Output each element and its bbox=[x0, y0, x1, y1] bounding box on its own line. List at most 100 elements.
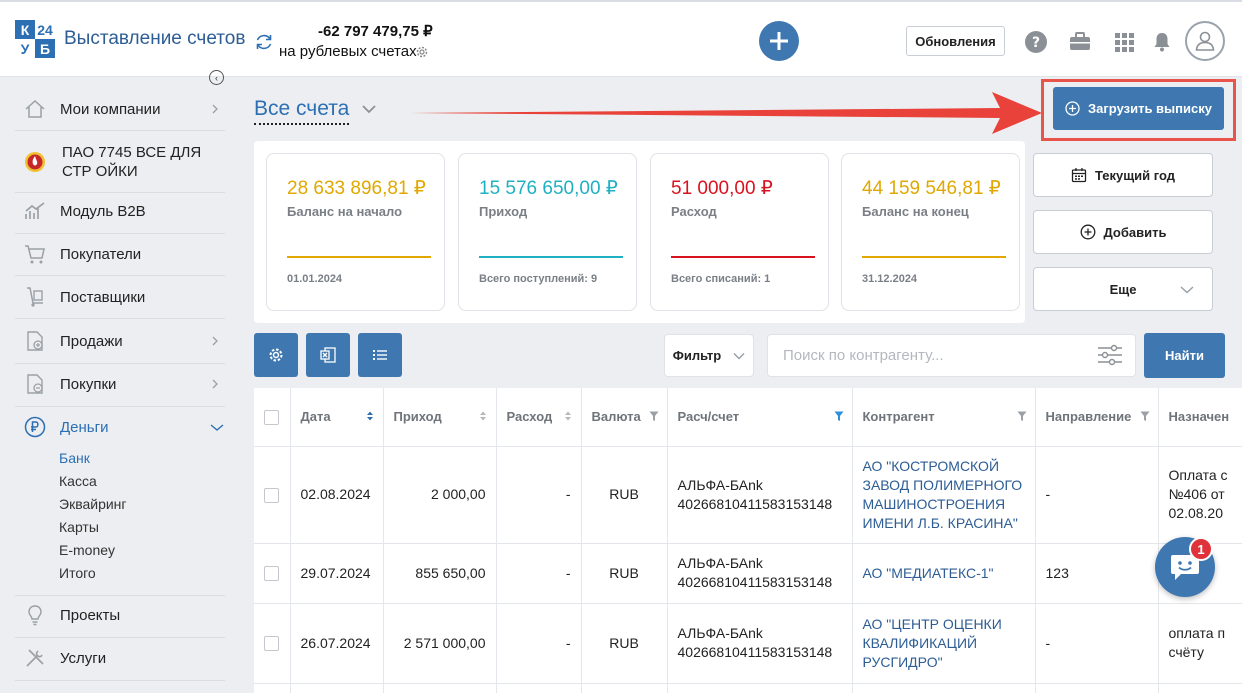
cell-counterparty-link[interactable]: АО "КОСТРОМСКОЙ ЗАВОД ПОЛИМЕРНОГО МАШИНО… bbox=[852, 446, 1036, 544]
filter-funnel-icon bbox=[1017, 411, 1026, 421]
sidebar-item-projects[interactable]: Проекты bbox=[0, 604, 240, 626]
divider bbox=[15, 275, 225, 276]
sidebar-item-b2b[interactable]: Модуль B2B bbox=[0, 200, 240, 222]
chevron-down-icon bbox=[210, 424, 224, 431]
sidebar-subitem-cash[interactable]: Касса bbox=[59, 473, 97, 489]
sidebar-item-company[interactable]: ПАО 7745 ВСЕ ДЛЯ СТР ОЙКИ bbox=[0, 142, 240, 182]
apps-grid-icon[interactable] bbox=[1112, 30, 1136, 54]
divider bbox=[15, 130, 225, 131]
sidebar-item-label: Продажи bbox=[60, 332, 123, 350]
card-amount: 15 576 650,00 ₽ bbox=[479, 178, 618, 199]
counterparty-search-input[interactable] bbox=[767, 334, 1136, 377]
upload-statement-button[interactable]: Загрузить выписку bbox=[1053, 87, 1224, 130]
more-dropdown[interactable]: Еще bbox=[1033, 267, 1213, 311]
sidebar-item-services[interactable]: Услуги bbox=[0, 647, 240, 669]
sidebar-item-sales[interactable]: Продажи bbox=[0, 330, 240, 352]
cell-account: АЛЬФА-БАnk 40266810411583153148 bbox=[667, 603, 853, 684]
chevron-down-icon[interactable] bbox=[362, 104, 376, 114]
cell-income: 2 571 000,00 bbox=[383, 603, 497, 684]
cell-direction: - bbox=[1035, 446, 1159, 544]
table-row[interactable]: 29.07.2024 855 650,00 - RUB АЛЬФА-БАnk 40… bbox=[254, 543, 1242, 604]
card-caption: Приход bbox=[479, 204, 528, 219]
column-header-expense[interactable]: Расход bbox=[496, 388, 582, 447]
cell-counterparty-link[interactable]: АО "МЕДИАТЕКС-1" bbox=[852, 543, 1036, 604]
account-number: 40266810411583153148 bbox=[677, 495, 833, 512]
filter-sliders-icon[interactable] bbox=[1097, 344, 1123, 366]
sidebar-subitem-total[interactable]: Итого bbox=[59, 565, 96, 581]
column-header-direction[interactable]: Направление bbox=[1035, 388, 1159, 447]
sidebar-subitem-bank[interactable]: Банк bbox=[59, 450, 90, 466]
cell-counterparty-link[interactable]: АО "ЦЕНТР ОЦЕНКИ КВАЛИФИКАЦИЙ РУСГИДРО" bbox=[852, 603, 1036, 684]
divider bbox=[15, 406, 225, 407]
cell-direction: 123 bbox=[1035, 543, 1159, 604]
sidebar-item-suppliers[interactable]: Поставщики bbox=[0, 286, 240, 308]
row-checkbox[interactable] bbox=[264, 636, 280, 652]
cell-date: 29.07.2024 bbox=[290, 543, 384, 604]
card-line bbox=[479, 256, 623, 258]
card-footer: 01.01.2024 bbox=[287, 273, 343, 285]
updates-button[interactable]: Обновления bbox=[906, 26, 1005, 56]
sidebar-item-purchases[interactable]: Покупки bbox=[0, 373, 240, 395]
list-view-button[interactable] bbox=[358, 333, 402, 377]
collapse-sidebar-button[interactable]: ‹ bbox=[209, 70, 224, 85]
chevron-right-icon bbox=[212, 104, 218, 114]
accounts-selector[interactable]: Все счета bbox=[254, 97, 350, 125]
settings-button[interactable] bbox=[254, 333, 298, 377]
user-avatar[interactable] bbox=[1185, 21, 1225, 61]
table-header-row: Дата Приход Расход Валюта Расч/счет Конт… bbox=[254, 388, 1242, 447]
column-header-purpose[interactable]: Назначен bbox=[1158, 388, 1242, 447]
sidebar-item-money[interactable]: Деньги bbox=[0, 416, 240, 438]
filter-dropdown[interactable]: Фильтр bbox=[664, 334, 754, 377]
sidebar-item-my-companies[interactable]: Мои компании bbox=[0, 98, 240, 120]
column-header-date[interactable]: Дата bbox=[290, 388, 384, 447]
cell-purpose: Оплата с №406 от 02.08.20 bbox=[1158, 446, 1242, 544]
select-all-checkbox[interactable] bbox=[264, 409, 280, 425]
cell-account: АЛЬФА-БАnk 40266810411583153148 bbox=[667, 446, 853, 544]
balance-settings-gear-icon[interactable] bbox=[415, 45, 429, 59]
column-header-income[interactable]: Приход bbox=[383, 388, 497, 447]
plus-circle-icon bbox=[1080, 224, 1095, 240]
sidebar-subitem-cards[interactable]: Карты bbox=[59, 519, 99, 535]
table-row[interactable]: 26.07.2024 2 571 000,00 - RUB АЛЬФА-БАnk… bbox=[254, 603, 1242, 684]
upload-statement-label: Загрузить выписку bbox=[1088, 101, 1212, 116]
column-header-account[interactable]: Расч/счет bbox=[667, 388, 853, 447]
column-header-counterparty[interactable]: Контрагент bbox=[852, 388, 1036, 447]
row-checkbox-cell bbox=[254, 543, 291, 604]
table-row[interactable] bbox=[254, 683, 1242, 693]
create-plus-button[interactable] bbox=[759, 21, 799, 61]
company-logo-icon bbox=[25, 152, 45, 172]
header-label: Расч/счет bbox=[677, 409, 740, 425]
row-checkbox[interactable] bbox=[264, 487, 280, 503]
find-button[interactable]: Найти bbox=[1144, 333, 1225, 378]
column-header-currency[interactable]: Валюта bbox=[581, 388, 668, 447]
account-number: 40266810411583153148 bbox=[677, 644, 833, 660]
bell-icon[interactable] bbox=[1150, 30, 1174, 54]
sidebar-item-label: Мои компании bbox=[60, 100, 161, 118]
chart-icon bbox=[25, 202, 45, 219]
document-minus-icon bbox=[27, 374, 43, 394]
filter-funnel-icon bbox=[649, 411, 658, 421]
row-checkbox[interactable] bbox=[264, 566, 280, 582]
header-label: Валюта bbox=[591, 409, 641, 425]
excel-icon bbox=[320, 347, 336, 363]
period-button[interactable]: Текущий год bbox=[1033, 153, 1213, 197]
table-row[interactable]: 02.08.2024 2 000,00 - RUB АЛЬФА-БАnk 4026… bbox=[254, 446, 1242, 544]
account-bank: АЛЬФА-БАnk bbox=[677, 555, 763, 571]
card-line bbox=[862, 256, 1006, 258]
card-footer: Всего списаний: 1 bbox=[671, 273, 771, 285]
ruble-icon bbox=[24, 416, 46, 438]
logo-letter: Б bbox=[35, 39, 55, 58]
sidebar-subitem-emoney[interactable]: E-money bbox=[59, 542, 115, 558]
chevron-down-icon bbox=[733, 352, 745, 360]
add-button[interactable]: Добавить bbox=[1033, 210, 1213, 254]
sidebar-subitem-acquiring[interactable]: Эквайринг bbox=[59, 496, 127, 512]
cell-income: 2 000,00 bbox=[383, 446, 497, 544]
sync-icon[interactable] bbox=[254, 32, 274, 52]
export-excel-button[interactable] bbox=[306, 333, 350, 377]
help-icon[interactable]: ? bbox=[1024, 30, 1048, 54]
divider bbox=[15, 233, 225, 234]
sidebar-item-buyers[interactable]: Покупатели bbox=[0, 243, 240, 265]
card-amount: 51 000,00 ₽ bbox=[671, 178, 773, 199]
briefcase-icon[interactable] bbox=[1068, 30, 1092, 54]
app-logo[interactable]: К 24 У Б bbox=[15, 20, 55, 58]
